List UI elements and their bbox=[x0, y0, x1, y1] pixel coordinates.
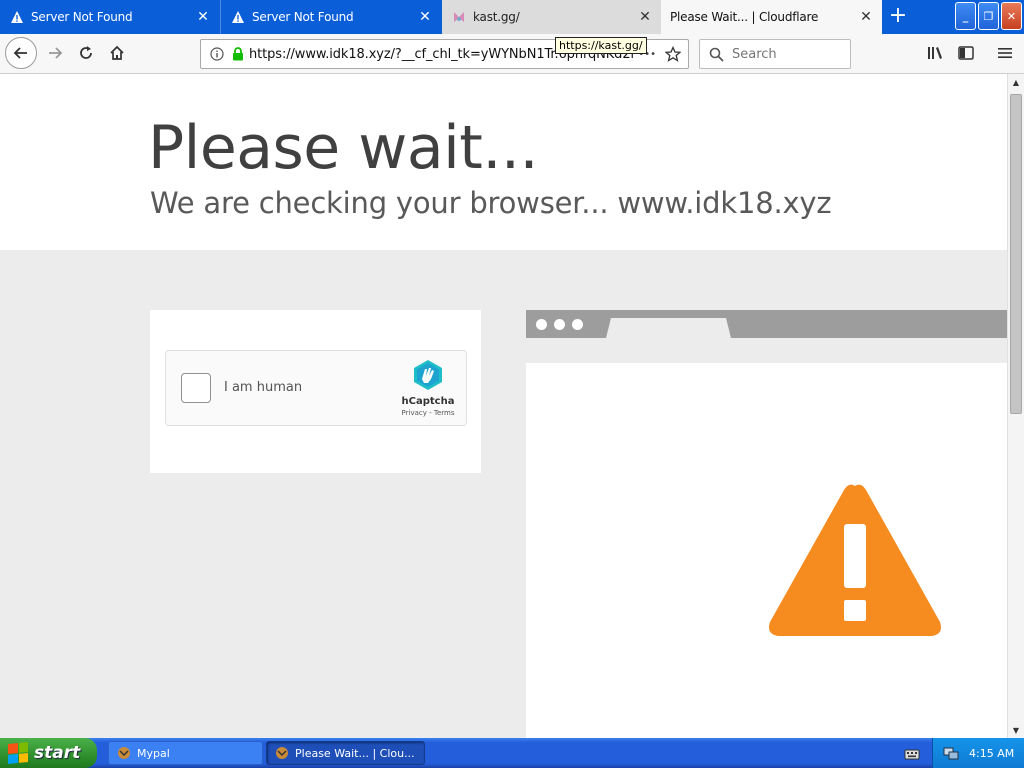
taskbar: start Mypal Please Wait... | Clou... 4:1… bbox=[0, 738, 1024, 768]
sidebar-toggle-button[interactable] bbox=[951, 38, 981, 68]
navigation-toolbar: https://www.idk18.xyz/?__cf_chl_tk=yWYNb… bbox=[0, 34, 1024, 74]
library-icon bbox=[928, 47, 942, 59]
illustration-dot bbox=[554, 319, 565, 330]
tray-clock[interactable]: 4:15 AM bbox=[969, 747, 1014, 760]
home-button[interactable] bbox=[102, 38, 132, 68]
new-tab-button[interactable]: + bbox=[882, 4, 914, 30]
close-window-button[interactable]: ✕ bbox=[1001, 2, 1022, 30]
network-tray-icon[interactable] bbox=[943, 745, 959, 761]
back-button[interactable] bbox=[5, 37, 37, 69]
window-controls: _ ❐ ✕ bbox=[955, 2, 1022, 30]
forward-button[interactable] bbox=[40, 38, 70, 68]
tab-please-wait[interactable]: Please Wait... | Cloudflare ✕ bbox=[661, 0, 882, 34]
taskbar-item-label: Please Wait... | Clou... bbox=[295, 746, 415, 760]
illustration-dot bbox=[536, 319, 547, 330]
tab-label: Please Wait... | Cloudflare bbox=[670, 10, 819, 24]
back-arrow-icon bbox=[13, 47, 27, 59]
hcaptcha-brand-name: hCaptcha bbox=[401, 396, 455, 407]
windows-logo-icon bbox=[8, 741, 28, 765]
close-icon[interactable]: ✕ bbox=[195, 9, 211, 25]
illustration-addressbar bbox=[526, 338, 1007, 363]
page-title: Please wait... bbox=[148, 113, 539, 183]
close-icon[interactable]: ✕ bbox=[858, 9, 874, 25]
mypal-app-icon bbox=[118, 747, 130, 759]
minimize-button[interactable]: _ bbox=[955, 2, 976, 30]
mypal-app-icon bbox=[276, 747, 288, 759]
warning-icon bbox=[230, 9, 246, 25]
vertical-scrollbar[interactable]: ▲ ▼ bbox=[1007, 74, 1024, 738]
sidebar-icon bbox=[958, 46, 974, 60]
warning-icon bbox=[9, 9, 25, 25]
system-tray: 4:15 AM bbox=[932, 738, 1024, 768]
start-button[interactable]: start bbox=[0, 738, 97, 768]
close-icon[interactable]: ✕ bbox=[417, 9, 433, 25]
page-content: Please wait... We are checking your brow… bbox=[0, 74, 1007, 738]
illustration-titlebar bbox=[526, 310, 1007, 338]
info-icon[interactable] bbox=[209, 46, 225, 62]
tab-strip: Server Not Found ✕ Server Not Found ✕ ka… bbox=[0, 0, 1024, 34]
keyboard-icon[interactable] bbox=[904, 746, 920, 760]
tab-server-not-found-2[interactable]: Server Not Found ✕ bbox=[220, 0, 441, 34]
taskbar-item-label: Mypal bbox=[137, 746, 170, 760]
forward-arrow-icon bbox=[49, 47, 63, 59]
hamburger-menu-icon bbox=[998, 48, 1012, 58]
scroll-down-arrow-icon[interactable]: ▼ bbox=[1008, 722, 1024, 738]
tab-label: Server Not Found bbox=[31, 10, 133, 24]
page-subtitle: We are checking your browser... www.idk1… bbox=[150, 186, 832, 220]
scroll-up-arrow-icon[interactable]: ▲ bbox=[1008, 74, 1024, 90]
kast-favicon-icon bbox=[451, 9, 467, 25]
search-input[interactable] bbox=[732, 46, 842, 62]
illustration-dot bbox=[572, 319, 583, 330]
taskbar-item-mypal[interactable]: Mypal bbox=[108, 741, 263, 765]
search-bar[interactable] bbox=[699, 39, 851, 69]
link-tooltip: https://kast.gg/ bbox=[555, 37, 647, 54]
tab-label: kast.gg/ bbox=[473, 10, 520, 24]
menu-button[interactable] bbox=[990, 38, 1020, 68]
human-checkbox[interactable] bbox=[181, 373, 211, 403]
illustration-tab bbox=[606, 318, 731, 338]
reload-button[interactable] bbox=[71, 38, 101, 68]
tab-label: Server Not Found bbox=[252, 10, 354, 24]
warning-triangle-icon bbox=[769, 484, 941, 636]
hcaptcha-branding: hCaptcha Privacy - Terms bbox=[398, 359, 458, 417]
captcha-card: I am human hCaptcha Privacy - Terms bbox=[150, 310, 481, 473]
search-icon bbox=[708, 46, 724, 62]
start-label: start bbox=[34, 743, 81, 763]
hcaptcha-logo-icon bbox=[414, 360, 442, 390]
tab-kast[interactable]: kast.gg/ ✕ bbox=[442, 0, 661, 34]
hcaptcha-privacy-terms-links[interactable]: Privacy - Terms bbox=[398, 409, 458, 417]
scroll-thumb[interactable] bbox=[1010, 94, 1022, 414]
close-icon[interactable]: ✕ bbox=[637, 9, 653, 25]
browser-illustration bbox=[526, 310, 1007, 738]
human-checkbox-label[interactable]: I am human bbox=[224, 380, 302, 395]
tab-server-not-found-1[interactable]: Server Not Found ✕ bbox=[0, 0, 219, 34]
library-button[interactable] bbox=[920, 38, 950, 68]
lock-icon bbox=[231, 46, 245, 62]
header-band: Please wait... We are checking your brow… bbox=[0, 74, 1007, 250]
hcaptcha-widget: I am human hCaptcha Privacy - Terms bbox=[165, 350, 467, 426]
restore-button[interactable]: ❐ bbox=[978, 2, 999, 30]
taskbar-item-please-wait[interactable]: Please Wait... | Clou... bbox=[266, 741, 425, 765]
reload-icon bbox=[80, 46, 92, 59]
home-icon bbox=[110, 45, 124, 60]
bookmark-star-icon[interactable] bbox=[664, 45, 682, 63]
